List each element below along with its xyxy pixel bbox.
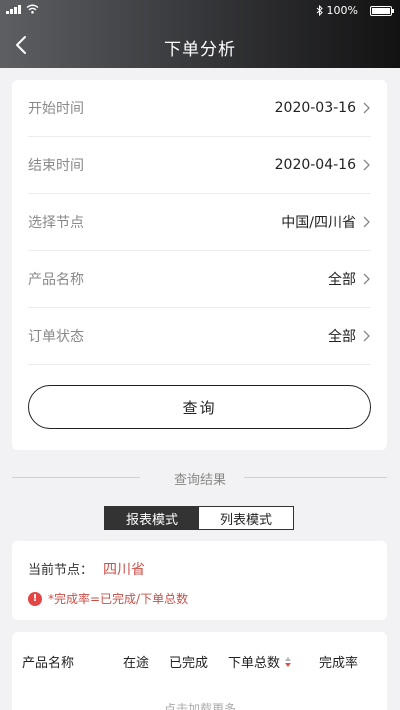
filter-value: 2020-04-16 bbox=[275, 157, 371, 173]
results-table: 产品名称 在途 已完成 下单总数 完成率 bbox=[12, 632, 387, 710]
chevron-right-icon bbox=[363, 330, 370, 342]
filter-label: 订单状态 bbox=[28, 329, 84, 345]
current-node: 当前节点： 四川省 bbox=[28, 559, 145, 579]
current-node-label: 当前节点： bbox=[28, 563, 94, 578]
filter-row-order-status[interactable]: 订单状态 全部 bbox=[28, 308, 371, 365]
column-header-completed: 已完成 bbox=[169, 656, 209, 671]
filter-label: 选择节点 bbox=[28, 215, 84, 231]
filter-label: 产品名称 bbox=[28, 272, 84, 288]
filter-label: 开始时间 bbox=[28, 101, 84, 117]
header-bar: 100% 下单分析 bbox=[0, 0, 400, 68]
current-node-value: 四川省 bbox=[103, 562, 146, 578]
filter-row-node[interactable]: 选择节点 中国/四川省 bbox=[28, 194, 371, 251]
wifi-icon bbox=[26, 4, 39, 14]
battery-percentage: 100% bbox=[326, 4, 358, 17]
filter-value: 全部 bbox=[328, 269, 371, 289]
chevron-right-icon bbox=[363, 159, 370, 171]
note-text: *完成率=已完成/下单总数 bbox=[48, 592, 189, 606]
bluetooth-icon bbox=[316, 5, 323, 16]
list-mode-button[interactable]: 列表模式 bbox=[199, 507, 293, 529]
report-mode-button[interactable]: 报表模式 bbox=[105, 507, 199, 529]
filter-row-start-time[interactable]: 开始时间 2020-03-16 bbox=[28, 80, 371, 137]
completion-rate-note: ! *完成率=已完成/下单总数 bbox=[28, 590, 188, 607]
status-bar: 100% bbox=[0, 0, 400, 22]
filter-value: 全部 bbox=[328, 326, 371, 346]
filter-value: 中国/四川省 bbox=[281, 212, 371, 232]
sort-icon bbox=[285, 656, 292, 667]
column-header-total-orders[interactable]: 下单总数 bbox=[228, 652, 292, 671]
node-info-card: 当前节点： 四川省 ! *完成率=已完成/下单总数 bbox=[12, 541, 387, 620]
filter-card: 开始时间 2020-03-16 结束时间 2020-04-16 选择节点 中国/… bbox=[12, 80, 387, 450]
results-divider-label: 查询结果 bbox=[173, 473, 226, 488]
chevron-right-icon bbox=[363, 216, 370, 228]
exclamation-icon: ! bbox=[28, 591, 42, 606]
page-title: 下单分析 bbox=[164, 40, 236, 60]
column-header-product: 产品名称 bbox=[22, 656, 75, 671]
mode-toggle: 报表模式 列表模式 bbox=[104, 506, 294, 530]
load-more-link[interactable]: 点击加载更多 bbox=[0, 700, 400, 710]
chevron-right-icon bbox=[363, 273, 370, 285]
filter-row-end-time[interactable]: 结束时间 2020-04-16 bbox=[28, 137, 371, 194]
filter-value: 2020-03-16 bbox=[275, 100, 371, 116]
filter-row-product[interactable]: 产品名称 全部 bbox=[28, 251, 371, 308]
query-button[interactable]: 查询 bbox=[28, 385, 371, 429]
column-header-in-transit: 在途 bbox=[123, 656, 150, 671]
filter-label: 结束时间 bbox=[28, 158, 84, 174]
chevron-right-icon bbox=[363, 102, 370, 114]
signal-icon bbox=[6, 4, 21, 14]
column-header-completion-rate: 完成率 bbox=[319, 656, 359, 671]
battery-icon bbox=[370, 5, 394, 16]
